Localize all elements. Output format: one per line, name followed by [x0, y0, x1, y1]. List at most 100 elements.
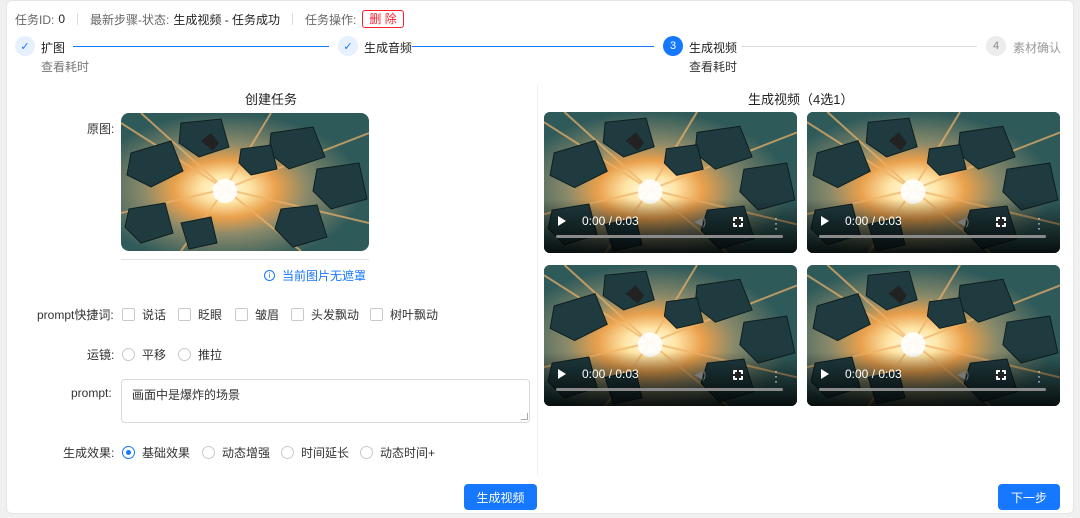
checkbox[interactable] [178, 308, 191, 321]
task-id-value: 0 [58, 12, 66, 26]
radio[interactable] [202, 446, 215, 459]
video-progress-bar[interactable] [556, 388, 783, 391]
checkbox[interactable] [370, 308, 383, 321]
latest-step-label: 最新步骤-状态: [90, 12, 170, 27]
shortcut-checkbox-hair[interactable]: 头发飘动 [291, 306, 359, 323]
step-connector [412, 46, 654, 47]
mask-notice: i 当前图片无遮罩 [264, 267, 366, 284]
radio[interactable] [178, 348, 191, 361]
create-task-title: 创建任务 [245, 92, 298, 107]
shortcut-label: prompt快捷词: [37, 308, 114, 322]
shortcut-checkbox-leaves[interactable]: 树叶飘动 [370, 306, 438, 323]
shortcut-text: 头发飘动 [311, 308, 360, 322]
resize-handle[interactable] [521, 413, 528, 420]
video-time: 0:00 / 0:03 [845, 214, 902, 228]
fullscreen-icon[interactable] [995, 216, 1007, 228]
fullscreen-icon[interactable] [732, 216, 744, 228]
effect-radio-extend[interactable]: 时间延长 [281, 444, 349, 461]
radio[interactable] [122, 348, 135, 361]
checkbox[interactable] [291, 308, 304, 321]
radio-selected[interactable] [122, 446, 135, 459]
more-options-icon[interactable]: · · · [1037, 212, 1041, 234]
shortcut-text: 眨眼 [198, 308, 223, 322]
section-divider [537, 85, 538, 475]
task-id-label: 任务ID: [15, 12, 55, 27]
play-icon[interactable] [821, 216, 829, 226]
shortcut-checkbox-frown[interactable]: 皱眉 [235, 306, 279, 323]
delete-button[interactable]: 删 除 [362, 10, 404, 28]
effect-text: 动态增强 [222, 446, 271, 460]
step-4-title[interactable]: 素材确认 [1013, 39, 1061, 56]
checkbox[interactable] [235, 308, 248, 321]
explosion-image [121, 113, 369, 251]
shortcut-text: 皱眉 [255, 308, 280, 322]
camera-radio-pan[interactable]: 平移 [122, 346, 166, 363]
effect-radio-basic[interactable]: 基础效果 [122, 444, 190, 461]
camera-label: 运镜: [87, 348, 115, 362]
step-1-duration-link[interactable]: 查看耗时 [41, 58, 89, 75]
video-player-4[interactable]: 0:00 / 0:03 ◀) · · · [807, 265, 1060, 406]
mask-notice-text: 当前图片无遮罩 [282, 269, 367, 283]
play-icon[interactable] [821, 369, 829, 379]
shortcut-text: 说话 [142, 308, 167, 322]
step-connector [741, 46, 977, 47]
progress-steps: ✓ 扩图 查看耗时 ✓ 生成音频 3 生成视频 查看耗时 4 素材确认 [7, 36, 1075, 76]
original-image-label: 原图: [87, 122, 115, 136]
step-3-title[interactable]: 生成视频 [689, 39, 737, 56]
volume-icon[interactable]: ◀) [957, 368, 969, 381]
step-3-number: 3 [663, 36, 683, 56]
video-time: 0:00 / 0:03 [845, 367, 902, 381]
next-step-button[interactable]: 下一步 [998, 484, 1060, 510]
video-player-3[interactable]: 0:00 / 0:03 ◀) · · · [544, 265, 797, 406]
effect-radio-dynamic-time[interactable]: 动态时间+ [360, 444, 435, 461]
volume-icon[interactable]: ◀) [957, 215, 969, 228]
radio[interactable] [281, 446, 294, 459]
check-icon: ✓ [338, 36, 358, 56]
effect-text: 动态时间+ [380, 446, 436, 460]
task-info-bar: 任务ID: 0 最新步骤-状态: 生成视频 - 任务成功 任务操作: 删 除 [15, 10, 404, 28]
video-player-2[interactable]: 0:00 / 0:03 ◀) · · · [807, 112, 1060, 253]
generate-video-button[interactable]: 生成视频 [464, 484, 537, 510]
radio[interactable] [360, 446, 373, 459]
divider [77, 13, 79, 25]
video-progress-bar[interactable] [819, 235, 1046, 238]
video-progress-bar[interactable] [819, 388, 1046, 391]
check-icon: ✓ [15, 36, 35, 56]
divider [292, 13, 294, 25]
volume-icon[interactable]: ◀) [694, 215, 706, 228]
effect-text: 基础效果 [142, 446, 191, 460]
video-progress-bar[interactable] [556, 235, 783, 238]
video-time: 0:00 / 0:03 [582, 367, 639, 381]
task-panel: 任务ID: 0 最新步骤-状态: 生成视频 - 任务成功 任务操作: 删 除 ✓… [6, 0, 1074, 514]
shortcut-checkbox-blink[interactable]: 眨眼 [178, 306, 222, 323]
original-image [121, 113, 369, 251]
play-icon[interactable] [558, 216, 566, 226]
effect-label: 生成效果: [63, 446, 115, 460]
more-options-icon[interactable]: · · · [774, 212, 778, 234]
image-underline [121, 259, 369, 260]
prompt-label: prompt: [71, 386, 112, 400]
generated-videos-title: 生成视频（4选1） [748, 92, 854, 107]
shortcut-text: 树叶飘动 [390, 308, 439, 322]
shortcut-checkbox-speak[interactable]: 说话 [122, 306, 166, 323]
latest-step-value: 生成视频 - 任务成功 [173, 12, 281, 27]
effect-text: 时间延长 [301, 446, 350, 460]
camera-text: 平移 [142, 348, 167, 362]
volume-icon[interactable]: ◀) [694, 368, 706, 381]
step-3-duration-link[interactable]: 查看耗时 [689, 58, 737, 75]
camera-radio-zoom[interactable]: 推拉 [178, 346, 222, 363]
effect-radio-enhance[interactable]: 动态增强 [202, 444, 270, 461]
more-options-icon[interactable]: · · · [774, 365, 778, 387]
play-icon[interactable] [558, 369, 566, 379]
more-options-icon[interactable]: · · · [1037, 365, 1041, 387]
video-player-1[interactable]: 0:00 / 0:03 ◀) · · · [544, 112, 797, 253]
camera-text: 推拉 [198, 348, 223, 362]
info-icon: i [264, 270, 275, 281]
step-1-title[interactable]: 扩图 [41, 39, 65, 56]
prompt-textarea[interactable]: 画面中是爆炸的场景 [121, 379, 530, 423]
fullscreen-icon[interactable] [995, 369, 1007, 381]
task-ops-label: 任务操作: [305, 12, 357, 27]
fullscreen-icon[interactable] [732, 369, 744, 381]
checkbox[interactable] [122, 308, 135, 321]
step-2-title[interactable]: 生成音频 [364, 39, 412, 56]
